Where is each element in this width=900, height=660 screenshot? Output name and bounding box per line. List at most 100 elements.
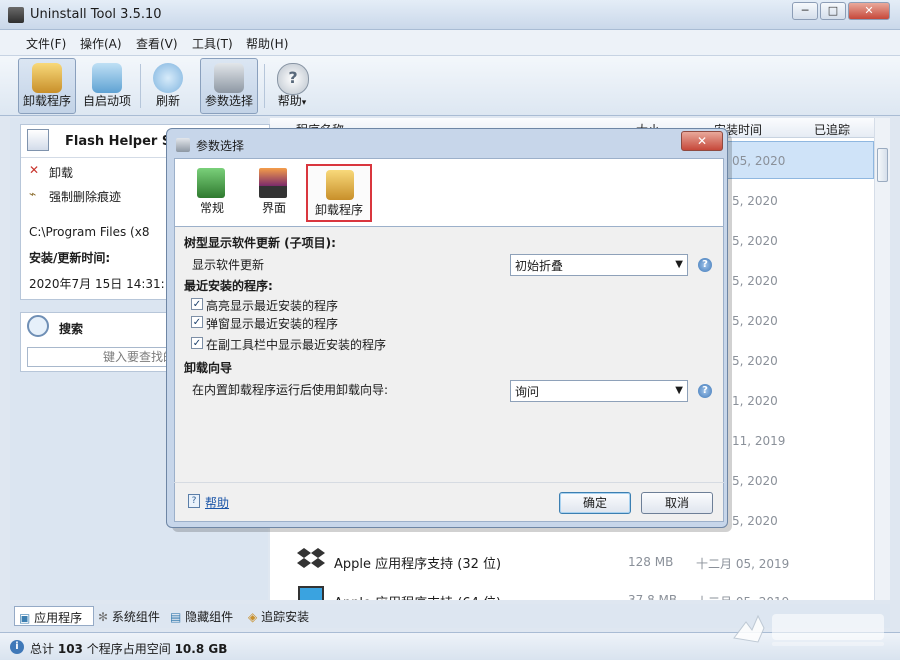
preferences-label: 参数选择 [204,94,253,108]
menu-view[interactable]: 查看(V) [136,35,178,52]
program-date: 十二月 05, 2019 [696,557,790,571]
show-updates-label: 显示软件更新 [192,258,265,272]
chevron-down-icon: ▼ [675,259,683,270]
refresh-icon [153,63,183,93]
row-date: 5, 2020 [732,234,778,248]
program-size: 128 MB [628,555,674,569]
menu-tools[interactable]: 工具(T) [192,35,233,52]
popup-recent-label: 弹窗显示最近安装的程序 [206,317,339,331]
column-traced[interactable]: 已追踪 [814,121,850,138]
uninstall-link[interactable]: 卸载 [49,164,73,181]
magnifier-icon [27,315,49,337]
watermark-logo [728,604,892,650]
program-icon [27,129,49,151]
row-date: 5, 2020 [732,274,778,288]
highlight-recent-label: 高亮显示最近安装的程序 [206,299,339,313]
list-scrollbar[interactable] [874,118,890,600]
tab-install-tracker[interactable]: ◈ 追踪安装 [244,606,324,626]
tab-hidden-components[interactable]: ▤ 隐藏组件 [166,606,242,626]
row-date: 5, 2020 [732,514,778,528]
tab-interface[interactable]: 界面 [244,164,304,222]
force-remove-link[interactable]: 强制删除痕迹 [49,188,121,205]
gear-icon: ✻ [98,610,109,624]
tab-label: 应用程序 [34,611,83,625]
program-date: 十二月 05, 2019 [696,593,789,600]
recent-section-heading: 最近安装的程序: [184,279,273,293]
tab-system-components[interactable]: ✻ 系统组件 [94,606,166,626]
show-updates-value: 初始折叠 [515,259,564,273]
box-icon [32,63,62,93]
menu-file[interactable]: 文件(F) [26,35,66,52]
help-book-icon: ? [188,494,200,508]
row-date: 5, 2020 [732,474,778,488]
toolbar: 卸载程序 自启动项 刷新 参数选择 ? 帮助▾ [0,56,900,116]
tab-uninstaller[interactable]: 卸载程序 [306,164,372,222]
question-icon: ? [277,63,309,95]
program-size: 37.8 MB [628,593,678,600]
tools-icon [176,138,190,152]
help-link[interactable]: 帮助 [205,494,229,511]
row-date: 5, 2020 [732,194,778,208]
popup-recent-checkbox[interactable]: ✓ [191,316,203,328]
general-icon [197,168,225,198]
show-updates-select[interactable]: 初始折叠 ▼ [510,254,688,276]
dialog-close-button[interactable]: ✕ [681,131,723,151]
tab-label: 系统组件 [111,610,160,624]
row-date: 5, 2020 [732,354,778,368]
restore-button[interactable]: □ [820,2,846,20]
status-text: 总计 103 个程序占用空间 10.8 GB [30,642,228,656]
refresh-label: 刷新 [155,94,180,108]
uninstall-programs-button[interactable]: 卸载程序 [18,58,76,114]
row-date: 11, 2019 [732,434,786,448]
tab-label: 界面 [261,201,286,215]
menu-action[interactable]: 操作(A) [80,35,122,52]
startup-items-button[interactable]: 自启动项 [78,58,136,114]
startup-items-label: 自启动项 [82,94,131,108]
box-icon [326,170,354,200]
refresh-button[interactable]: 刷新 [144,58,192,114]
tab-general[interactable]: 常规 [182,164,242,222]
subtoolbar-recent-label: 在副工具栏中显示最近安装的程序 [206,338,387,352]
broom-icon: ⌁ [29,187,37,201]
preferences-button[interactable]: 参数选择 [200,58,258,114]
tab-label: 常规 [199,201,224,215]
scrollbar-thumb[interactable] [877,148,888,182]
wizard-label: 在内置卸载程序运行后使用卸载向导: [192,383,389,397]
help-icon[interactable]: ? [698,384,712,398]
wizard-section-heading: 卸载向导 [184,361,233,375]
program-name[interactable]: Apple 应用程序支持 (64 位) [334,592,501,600]
monitor-icon [259,168,287,198]
row-date: 5, 2020 [732,314,778,328]
install-time-label: 安装/更新时间: [29,251,111,265]
uninstall-programs-label: 卸载程序 [22,94,71,108]
divider [174,482,724,483]
wizard-select[interactable]: 询问 ▼ [510,380,688,402]
program-name[interactable]: Apple 应用程序支持 (32 位) [334,553,501,572]
title-bar: Uninstall Tool 3.5.10 ─ □ ✕ [0,0,900,30]
help-icon[interactable]: ? [698,258,712,272]
subtoolbar-recent-checkbox[interactable]: ✓ [191,337,203,349]
help-button[interactable]: ? 帮助▾ [268,58,316,114]
tab-applications[interactable]: ▣ 应用程序 [14,606,94,626]
cancel-button[interactable]: 取消 [641,492,713,514]
hidden-icon: ▤ [170,610,182,624]
tab-label: 隐藏组件 [185,610,234,624]
tools-icon [214,63,244,93]
toolbar-separator [264,64,265,108]
menu-help[interactable]: 帮助(H) [246,35,288,52]
toolbar-separator [140,64,141,108]
minimize-button[interactable]: ─ [792,2,818,20]
menu-bar: 文件(F) 操作(A) 查看(V) 工具(T) 帮助(H) [0,30,900,56]
wizard-value: 询问 [515,385,540,399]
delete-icon: ✕ [29,163,40,177]
apps-icon: ▣ [19,611,31,625]
chevron-down-icon: ▼ [675,385,683,396]
install-time-value: 2020年7月 15日 14:31:19 [29,277,180,291]
help-label: 帮助▾ [277,94,307,108]
search-title: 搜索 [59,322,84,336]
dropbox-icon [296,544,326,574]
ok-button[interactable]: 确定 [559,492,631,514]
tab-label: 卸载程序 [314,203,363,217]
close-button[interactable]: ✕ [848,2,890,20]
highlight-recent-checkbox[interactable]: ✓ [191,298,203,310]
